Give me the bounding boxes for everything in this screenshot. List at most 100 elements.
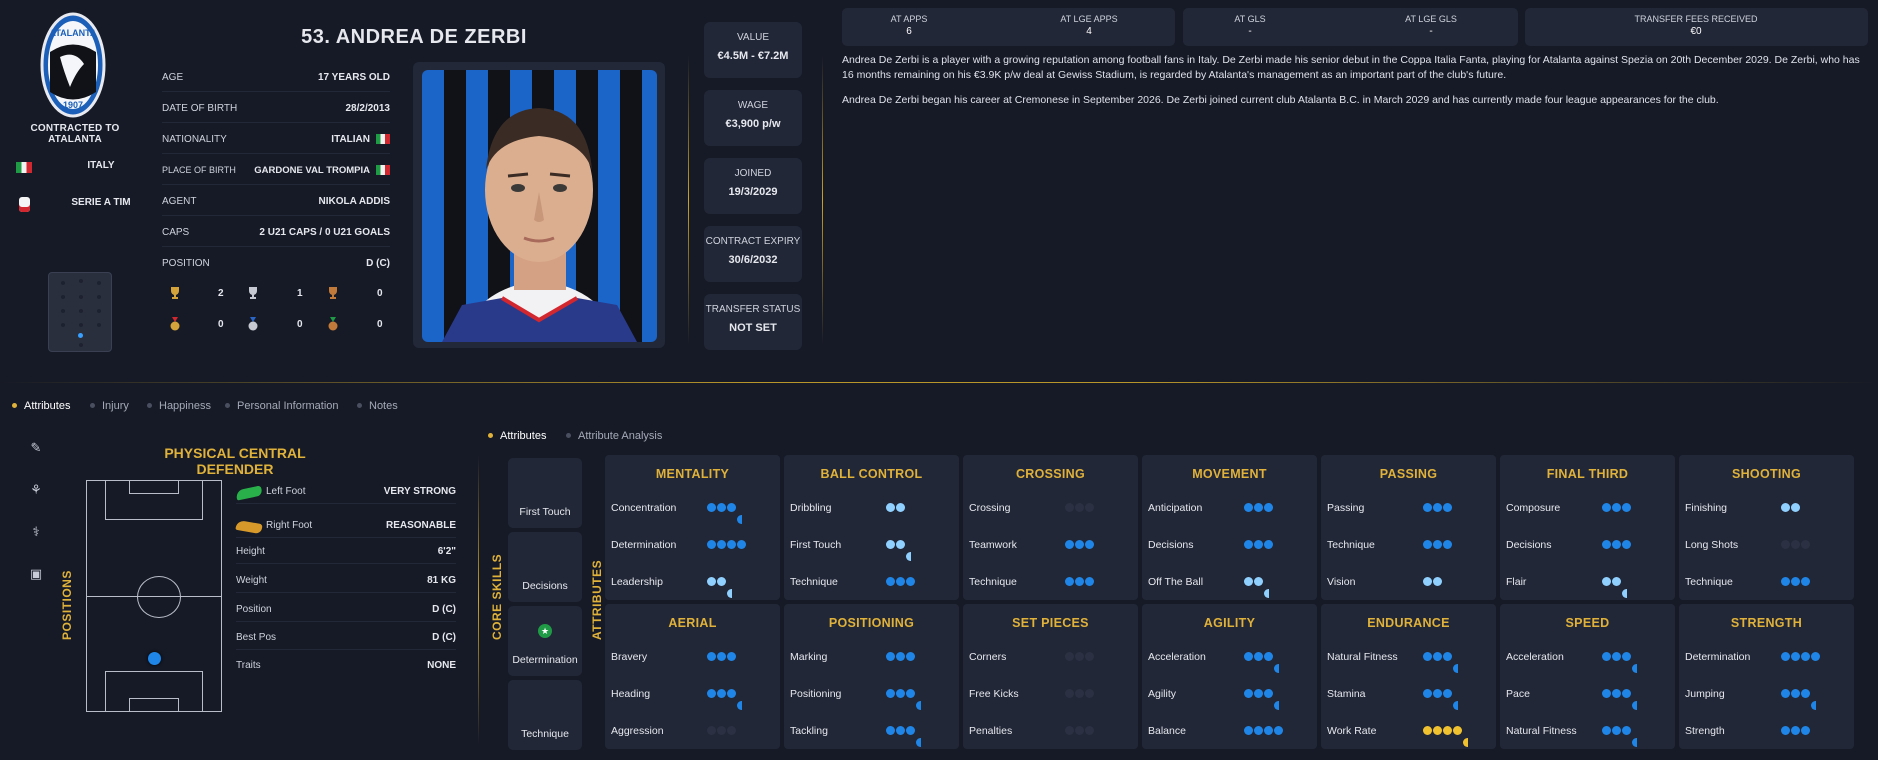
attr-row[interactable]: Technique [1327, 538, 1487, 554]
attr-group-title: AERIAL [668, 616, 717, 630]
attr-row[interactable]: Technique [1685, 575, 1845, 591]
attr-name: Composure [1506, 502, 1561, 514]
attr-row[interactable]: Flair [1506, 575, 1666, 598]
player-photo[interactable] [422, 70, 657, 342]
attr-row[interactable]: Determination [611, 538, 771, 554]
attr-group-title: ENDURANCE [1367, 616, 1450, 630]
attr-row[interactable]: Leadership [611, 575, 771, 598]
attr-row[interactable]: First Touch [790, 538, 950, 561]
attr-row[interactable]: Heading [611, 687, 771, 710]
attr-row[interactable]: Determination [1685, 650, 1845, 666]
attr-row[interactable]: Balance [1148, 724, 1308, 740]
attr-rating-dots [1602, 577, 1672, 598]
attr-row[interactable]: Pace [1506, 687, 1666, 710]
attr-row[interactable]: Concentration [611, 501, 771, 524]
attr-group-title: FINAL THIRD [1546, 467, 1629, 481]
attr-row[interactable]: Anticipation [1148, 501, 1308, 517]
attr-name: Natural Fitness [1506, 725, 1577, 737]
attr-group-title: AGILITY [1203, 616, 1256, 630]
core-skill-card[interactable]: Decisions [508, 532, 582, 602]
attr-row[interactable]: Penalties [969, 724, 1129, 740]
attr-row[interactable]: Corners [969, 650, 1129, 666]
info-caps: CAPS 2 U21 CAPS / 0 U21 GOALS [162, 219, 390, 247]
medical-icon[interactable]: ⚕ [26, 524, 46, 542]
attr-group-endurance: ENDURANCE Natural Fitness Stamina Work Rate [1321, 604, 1496, 749]
phys-position: Position D (C) [236, 598, 456, 622]
trophy-bronze-icon [326, 286, 340, 300]
attr-row[interactable]: Passing [1327, 501, 1487, 517]
attr-row[interactable]: Positioning [790, 687, 950, 710]
crest-year: 1907 [63, 100, 83, 110]
attr-row[interactable]: Technique [790, 575, 950, 591]
attr-row[interactable]: Acceleration [1506, 650, 1666, 673]
attr-row[interactable]: Composure [1506, 501, 1666, 517]
phys-left-foot: Left Foot VERY STRONG [236, 480, 456, 504]
core-skill-card[interactable]: First Touch [508, 458, 582, 528]
info-agent[interactable]: AGENT NIKOLA ADDIS [162, 188, 390, 216]
attr-group-crossing: CROSSING Crossing Teamwork Technique [963, 455, 1138, 600]
attr-row[interactable]: Tackling [790, 724, 950, 747]
attr-row[interactable]: Off The Ball [1148, 575, 1308, 598]
attr-rating-dots [1781, 652, 1851, 664]
tab-injury[interactable]: Injury [90, 400, 129, 416]
attr-row[interactable]: Decisions [1148, 538, 1308, 554]
attr-name: Agility [1148, 688, 1177, 700]
attr-rating-dots [886, 689, 956, 710]
attr-row[interactable]: Jumping [1685, 687, 1845, 710]
report-icon[interactable]: ▣ [26, 566, 46, 584]
info-nationality[interactable]: NATIONALITY ITALIAN [162, 126, 390, 154]
league-row[interactable]: SERIE A TIM [16, 197, 136, 213]
attr-rating-dots [1423, 726, 1493, 747]
tab-notes[interactable]: Notes [357, 400, 398, 416]
attr-name: Finishing [1685, 502, 1728, 514]
info-birthplace[interactable]: PLACE OF BIRTH GARDONE VAL TROMPIA [162, 157, 390, 185]
attr-row[interactable]: Crossing [969, 501, 1129, 517]
attr-name: Aggression [611, 725, 664, 737]
attr-row[interactable]: Teamwork [969, 538, 1129, 554]
attr-rating-dots [1781, 540, 1851, 552]
current-position-marker [78, 333, 83, 338]
attr-row[interactable]: Agility [1148, 687, 1308, 710]
attr-name: Balance [1148, 725, 1186, 737]
attr-row[interactable]: Stamina [1327, 687, 1487, 710]
star-badge-icon: ★ [538, 624, 552, 638]
attr-name: Positioning [790, 688, 842, 700]
attr-row[interactable]: Marking [790, 650, 950, 666]
nation-row[interactable]: ITALY [16, 160, 136, 176]
attr-row[interactable]: Natural Fitness [1327, 650, 1487, 673]
attr-row[interactable]: Aggression [611, 724, 771, 740]
position-marker-dc[interactable] [148, 652, 161, 665]
tab-personal-information[interactable]: Personal Information [225, 400, 339, 416]
stat-transfer-status[interactable]: TRANSFER STATUS NOT SET [704, 294, 802, 350]
at-gls: AT GLS - [1234, 14, 1266, 37]
attr-row[interactable]: Technique [969, 575, 1129, 591]
medal-bronze-icon [326, 317, 340, 331]
core-skill-card[interactable]: Technique [508, 680, 582, 750]
subtab-attributes[interactable]: Attributes [488, 430, 546, 446]
attr-rating-dots [886, 726, 956, 747]
attr-row[interactable]: Work Rate [1327, 724, 1487, 747]
attr-row[interactable]: Natural Fitness [1506, 724, 1666, 747]
core-skill-card[interactable]: ★ Determination [508, 606, 582, 676]
attr-row[interactable]: Finishing [1685, 501, 1845, 517]
tab-attributes[interactable]: Attributes [12, 400, 70, 416]
attr-row[interactable]: Vision [1327, 575, 1487, 591]
attr-name: Passing [1327, 502, 1365, 514]
attr-group-title: MOVEMENT [1192, 467, 1267, 481]
attr-row[interactable]: Long Shots [1685, 538, 1845, 554]
attr-row[interactable]: Dribbling [790, 501, 950, 517]
attr-row[interactable]: Decisions [1506, 538, 1666, 554]
gold-divider [478, 455, 479, 745]
attr-row[interactable]: Free Kicks [969, 687, 1129, 703]
tab-happiness[interactable]: Happiness [147, 400, 211, 416]
attr-group-mentality: MENTALITY Concentration Determination Leade… [605, 455, 780, 600]
medal-silver-count: 0 [297, 319, 303, 330]
club-crest[interactable]: ATALANTA 1907 [40, 12, 106, 118]
tactics-board-icon[interactable]: ✎ [26, 440, 46, 458]
attr-row[interactable]: Bravery [611, 650, 771, 666]
attr-row[interactable]: Strength [1685, 724, 1845, 740]
subtab-attribute-analysis[interactable]: Attribute Analysis [566, 430, 662, 446]
attr-group-title: PASSING [1379, 467, 1438, 481]
attr-row[interactable]: Acceleration [1148, 650, 1308, 673]
training-icon[interactable]: ⚘ [26, 482, 46, 500]
